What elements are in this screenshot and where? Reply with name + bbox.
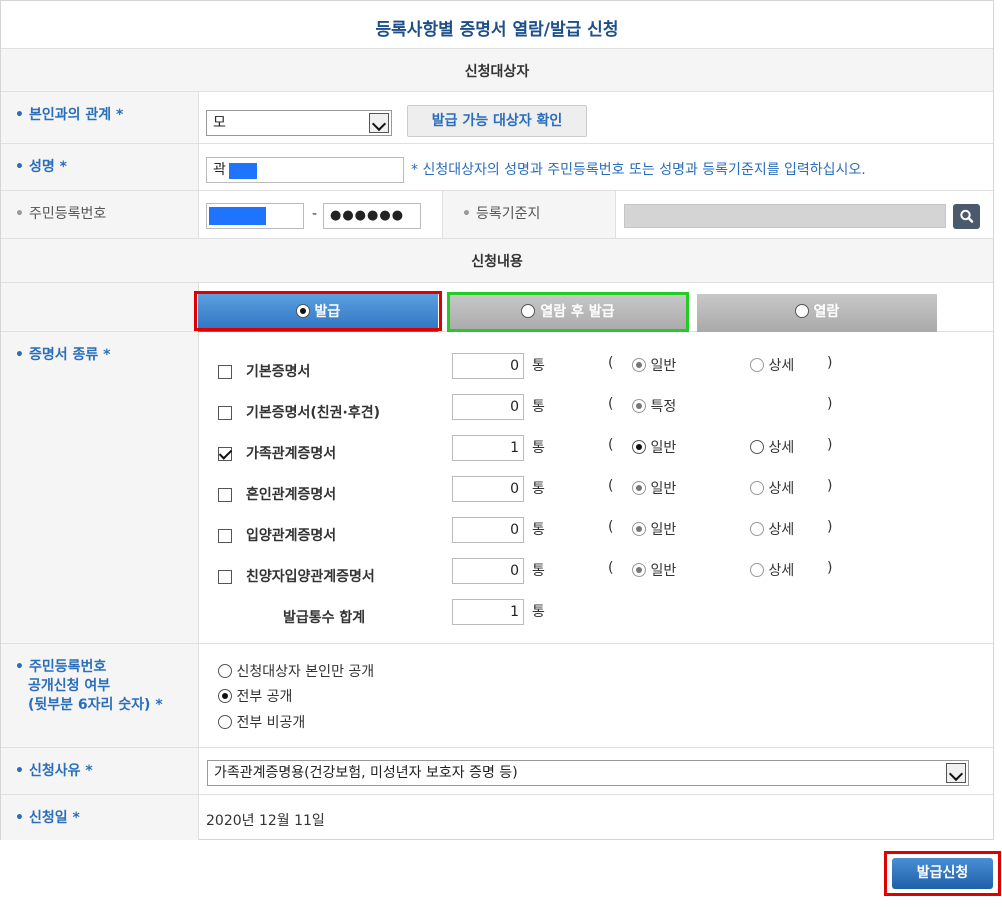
disclosure-label: • 주민등록번호 공개신청 여부 (뒷부분 6자리 숫자) * (15, 659, 163, 713)
relationship-row: • 본인과의 관계 * 모 발급 가능 대상자 확인 (1, 92, 993, 144)
date-label: • 신청일 * (15, 810, 80, 826)
highlight-submit-button (884, 851, 1001, 896)
total-count-input: 1 (452, 599, 524, 625)
date-row: • 신청일 * 2020년 12월 11일 (1, 795, 993, 840)
option-detail[interactable]: 상세 (750, 437, 794, 457)
certificate-count-input[interactable]: 0 (452, 476, 524, 502)
certificate-count-input[interactable]: 0 (452, 353, 524, 379)
certificate-checkbox[interactable] (218, 570, 232, 584)
option-general[interactable]: 일반 (632, 437, 676, 457)
certificate-name: 혼인관계증명서 (246, 487, 337, 503)
unit-label: 통 (532, 604, 545, 620)
option-general[interactable]: 일반 (632, 519, 676, 539)
resident-number-label: • 주민등록번호 (15, 206, 107, 222)
certificate-checkbox[interactable] (218, 488, 232, 502)
reason-label: • 신청사유 * (15, 763, 93, 779)
resident-number-separator: - (312, 206, 318, 222)
unit-label: 통 (532, 563, 545, 579)
title-row: 등록사항별 증명서 열람/발급 신청 (1, 1, 993, 49)
option-detail[interactable]: 상세 (750, 560, 794, 580)
disclosure-option-self-only[interactable]: 신청대상자 본인만 공개 (218, 661, 374, 681)
unit-label: 통 (532, 522, 545, 538)
relationship-select[interactable]: 모 (206, 110, 392, 136)
option-detail[interactable]: 상세 (750, 355, 794, 375)
registration-origin-label: • 등록기준지 (462, 206, 541, 222)
option-general[interactable]: 일반 (632, 478, 676, 498)
resident-number-row: • 주민등록번호 - ●●●●●● • 등록기준지 (1, 191, 993, 239)
chevron-down-icon (369, 113, 389, 133)
certificate-name: 기본증명서(친권·후견) (246, 405, 381, 421)
unit-label: 통 (532, 440, 545, 456)
certificate-name: 친양자입양관계증명서 (246, 569, 375, 585)
option-specific[interactable]: 특정 (632, 396, 676, 416)
registration-origin-input[interactable] (624, 204, 946, 228)
highlight-view-then-issue-tab (447, 292, 689, 332)
disclosure-option-none[interactable]: 전부 비공개 (218, 712, 305, 732)
total-count-label: 발급통수 합계 (283, 610, 366, 626)
radio-view[interactable] (794, 304, 809, 318)
date-value: 2020년 12월 11일 (206, 813, 325, 829)
application-form: 등록사항별 증명서 열람/발급 신청 신청대상자 • 본인과의 관계 * 모 발급… (0, 0, 994, 840)
certificate-count-input[interactable]: 0 (452, 517, 524, 543)
name-label: • 성명 * (15, 159, 67, 175)
certificate-count-input[interactable]: 0 (452, 394, 524, 420)
unit-label: 통 (532, 358, 545, 374)
unit-label: 통 (532, 481, 545, 497)
certificate-checkbox[interactable] (218, 406, 232, 420)
section-content-title: 신청내용 (471, 254, 523, 270)
reason-select[interactable]: 가족관계증명용(건강보험, 미성년자 보호자 증명 등) (207, 760, 969, 786)
section-applicant: 신청대상자 (1, 49, 993, 92)
highlight-issue-tab (194, 291, 442, 331)
name-hint: * 신청대상자의 성명과 주민등록번호 또는 성명과 등록기준지를 입력하십시오… (411, 162, 866, 178)
option-detail[interactable]: 상세 (750, 519, 794, 539)
check-eligible-button[interactable]: 발급 가능 대상자 확인 (407, 105, 587, 137)
certificate-name: 입양관계증명서 (246, 528, 337, 544)
certificate-type-label: • 증명서 종류 * (15, 347, 111, 363)
reason-row: • 신청사유 * 가족관계증명용(건강보험, 미성년자 보호자 증명 등) (1, 748, 993, 795)
resident-number-back-input[interactable]: ●●●●●● (323, 203, 421, 229)
certificate-checkbox[interactable] (218, 529, 232, 543)
certificate-name: 가족관계증명서 (246, 446, 337, 462)
certificate-checkbox[interactable] (218, 365, 232, 379)
redaction-mask (229, 163, 257, 179)
page-title: 등록사항별 증명서 열람/발급 신청 (375, 20, 619, 40)
search-icon (960, 209, 974, 223)
section-content: 신청내용 (1, 239, 993, 283)
unit-label: 통 (532, 399, 545, 415)
disclosure-row: • 주민등록번호 공개신청 여부 (뒷부분 6자리 숫자) * (1, 644, 993, 748)
disclosure-option-all[interactable]: 전부 공개 (218, 686, 292, 706)
certificate-count-input[interactable]: 0 (452, 558, 524, 584)
certificate-name: 기본증명서 (246, 364, 311, 380)
section-applicant-title: 신청대상자 (464, 64, 530, 80)
option-general[interactable]: 일반 (632, 560, 676, 580)
option-detail[interactable]: 상세 (750, 478, 794, 498)
redaction-mask (209, 207, 266, 225)
name-row: • 성명 * 곽 * 신청대상자의 성명과 주민등록번호 또는 성명과 등록기준지… (1, 144, 993, 191)
certificate-checkbox[interactable] (218, 447, 232, 461)
chevron-down-icon (946, 763, 966, 783)
search-button[interactable] (953, 204, 980, 229)
relationship-label: • 본인과의 관계 * (15, 107, 124, 123)
option-general[interactable]: 일반 (632, 355, 676, 375)
tab-view[interactable]: 열람 (697, 294, 937, 332)
certificate-count-input[interactable]: 1 (452, 435, 524, 461)
